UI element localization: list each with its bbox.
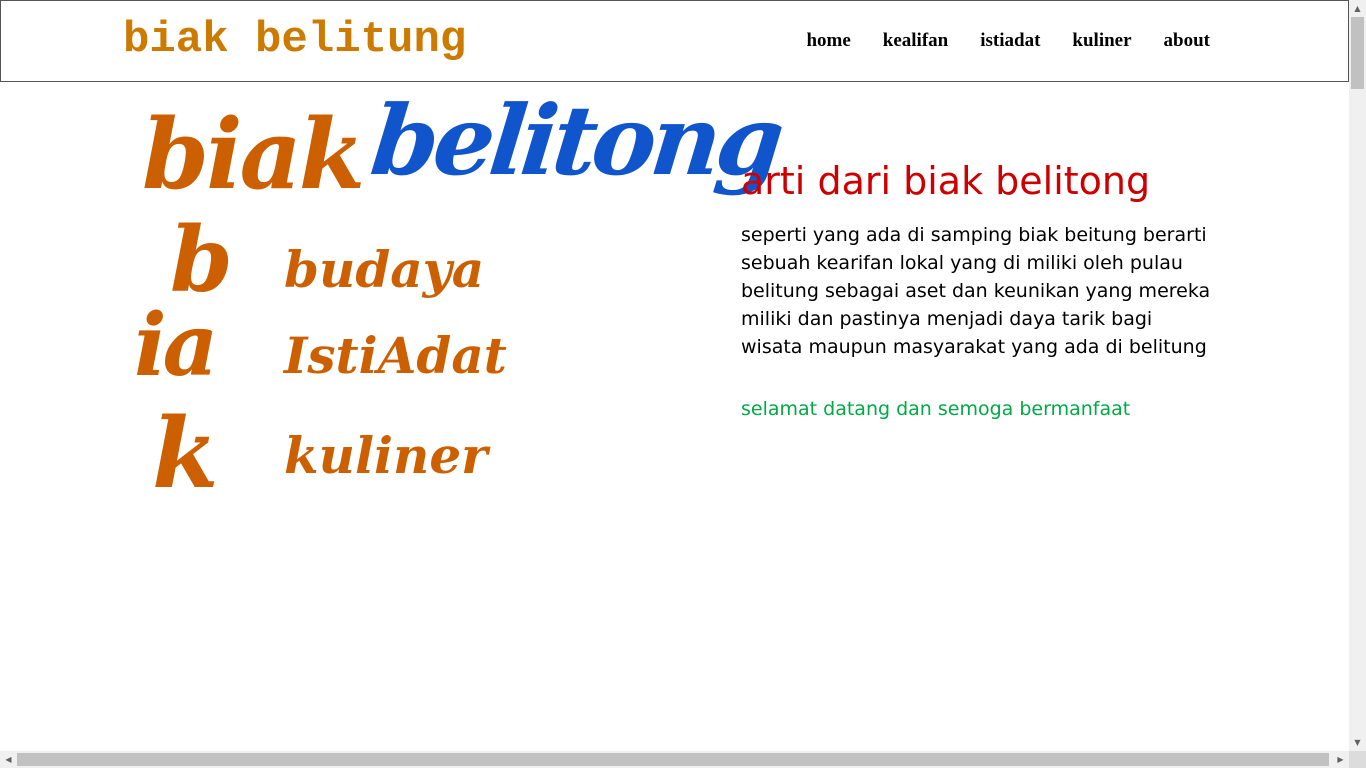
vertical-scrollbar[interactable]: ▲ ▼: [1349, 0, 1366, 751]
welcome-message: selamat datang dan semoga bermanfaat: [741, 398, 1131, 420]
scroll-up-arrow-icon[interactable]: ▲: [1349, 0, 1366, 17]
logo-word-istiadat: IstiAdat: [284, 326, 507, 385]
content-paragraph: seperti yang ada di samping biak beitung…: [741, 224, 1211, 358]
scroll-down-arrow-icon[interactable]: ▼: [1349, 734, 1366, 751]
biak-belitong-logo: biak belitong b budaya ia IstiAdat k kul…: [130, 84, 784, 512]
logo-word-belitong: belitong: [366, 84, 785, 197]
nav-kealifan[interactable]: kealifan: [883, 30, 948, 52]
nav-about[interactable]: about: [1164, 30, 1210, 52]
logo-letter-ia: ia: [134, 295, 218, 396]
site-header: biak belitung home kealifan istiadat kul…: [0, 0, 1349, 82]
nav-kuliner[interactable]: kuliner: [1072, 30, 1131, 52]
scroll-left-arrow-icon[interactable]: ◀: [0, 751, 17, 768]
logo-word-biak: biak: [142, 98, 365, 211]
horizontal-scrollbar[interactable]: ◀ ▶: [0, 751, 1349, 768]
horizontal-scroll-thumb[interactable]: [17, 753, 1329, 766]
vertical-scroll-thumb[interactable]: [1351, 17, 1364, 89]
content-heading: arti dari biak belitong: [741, 159, 1151, 203]
page: biak belitung home kealifan istiadat kul…: [0, 0, 1366, 768]
nav-istiadat[interactable]: istiadat: [980, 30, 1040, 52]
nav-home[interactable]: home: [806, 30, 850, 52]
scroll-right-arrow-icon[interactable]: ▶: [1332, 751, 1349, 768]
main-nav: home kealifan istiadat kuliner about: [774, 30, 1210, 52]
scrollbar-corner: [1349, 751, 1366, 768]
main-content: arti dari biak belitong seperti yang ada…: [741, 155, 1211, 423]
logo-letter-k: k: [152, 397, 219, 510]
site-title[interactable]: biak belitung: [123, 15, 466, 65]
logo-word-kuliner: kuliner: [284, 426, 488, 485]
logo-word-budaya: budaya: [284, 240, 485, 299]
